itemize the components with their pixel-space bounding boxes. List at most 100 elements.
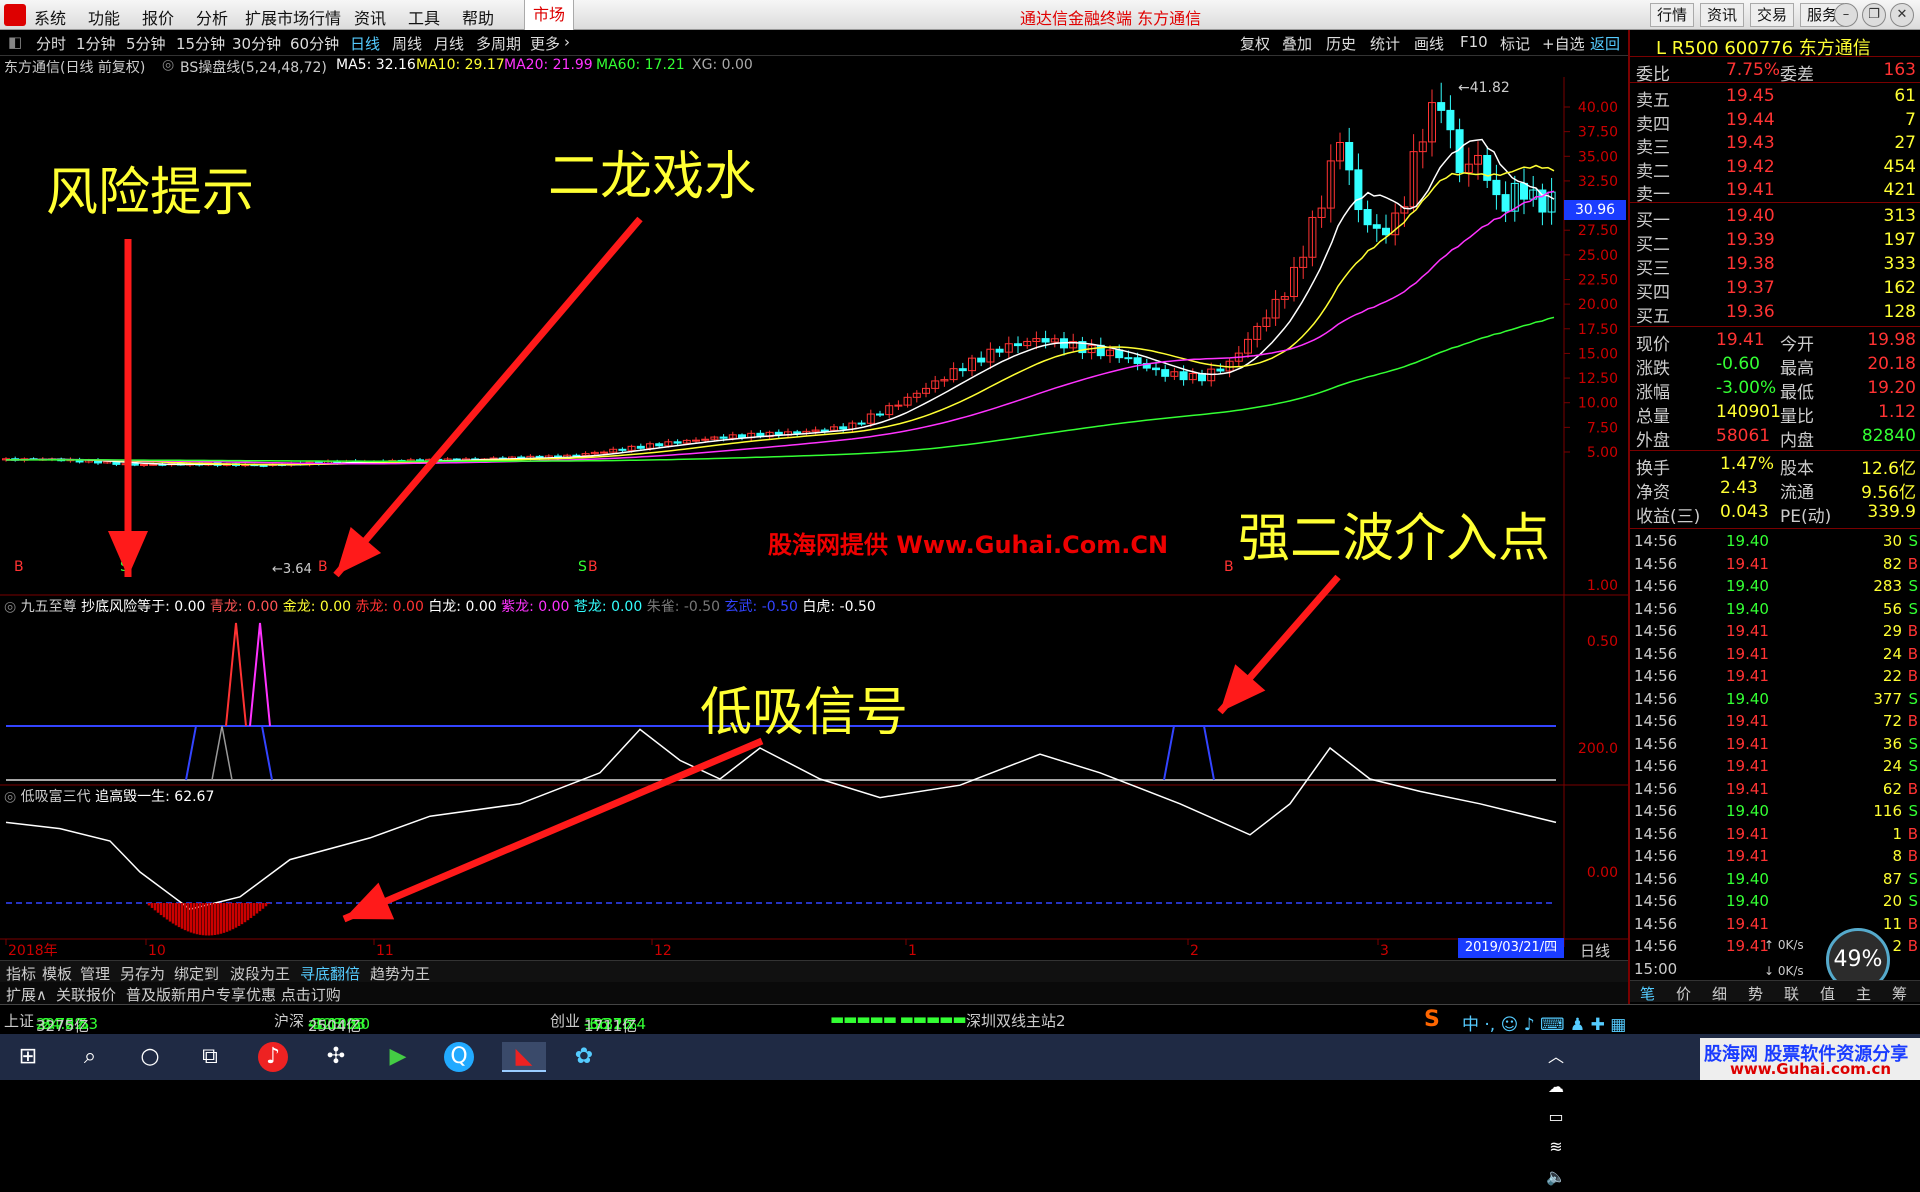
app-title: 通达信金融终端 东方通信 xyxy=(1020,9,1202,28)
pinwheel-app-icon[interactable]: ✣ xyxy=(320,1042,352,1072)
menu-help[interactable]: 帮助 xyxy=(462,5,494,29)
period-daily[interactable]: 日线 xyxy=(350,33,380,54)
bid-row[interactable]: 买五 19.36 128 xyxy=(1630,300,1920,327)
period-monthly[interactable]: 月线 xyxy=(434,33,464,54)
ask-row[interactable]: 卖三 19.43 27 xyxy=(1630,131,1920,158)
entry-trapezoid xyxy=(1163,725,1215,781)
menu-function[interactable]: 功能 xyxy=(88,5,120,29)
extend-toggle[interactable]: 扩展∧ xyxy=(6,984,47,1005)
bid-row[interactable]: 买一 19.40 313 xyxy=(1630,204,1920,231)
menu-news[interactable]: 资讯 xyxy=(354,5,386,29)
media-player-icon[interactable]: ▶ xyxy=(382,1042,414,1072)
tab-trend-king[interactable]: 趋势为王 xyxy=(370,963,430,984)
panel2-toggle-icon[interactable]: ◎ xyxy=(4,599,16,615)
panel3-title: 低吸富三代 xyxy=(20,789,91,805)
tab-template[interactable]: 模板 xyxy=(42,963,72,984)
indicator-toggle-icon[interactable]: ◎ xyxy=(162,57,174,73)
quote-tab[interactable]: 笔 xyxy=(1640,983,1655,1004)
stat2-row[interactable]: 收益(三) 0.043 PE(动) 339.9 xyxy=(1630,500,1920,527)
tab-indicator[interactable]: 指标 xyxy=(6,963,36,984)
ime-logo-icon[interactable]: S xyxy=(1424,1007,1440,1032)
quote-tab[interactable]: 势 xyxy=(1748,983,1763,1004)
tab-bind-to[interactable]: 绑定到 xyxy=(174,963,219,984)
tool-overlay[interactable]: 叠加 xyxy=(1282,33,1312,54)
panel3-toggle-icon[interactable]: ◎ xyxy=(4,789,16,805)
tool-statistics[interactable]: 统计 xyxy=(1370,33,1400,54)
tool-history[interactable]: 历史 xyxy=(1326,33,1356,54)
quote-tab[interactable]: 值 xyxy=(1820,983,1835,1004)
related-quote-link[interactable]: 关联报价 xyxy=(56,984,116,1005)
bid-row[interactable]: 买二 19.39 197 xyxy=(1630,228,1920,255)
bid-row[interactable]: 买四 19.37 162 xyxy=(1630,276,1920,303)
ask-row[interactable]: 卖二 19.42 454 xyxy=(1630,155,1920,182)
stat2-row[interactable]: 换手 1.47% 股本 12.6亿 xyxy=(1630,452,1920,479)
market-tab[interactable]: 市场 xyxy=(524,0,574,30)
close-icon[interactable]: ✕ xyxy=(1890,3,1914,27)
news-button[interactable]: 资讯 xyxy=(1700,3,1745,27)
windows-start-icon[interactable]: ⊞ xyxy=(12,1042,44,1072)
chilong-spike xyxy=(225,622,247,727)
search-icon[interactable]: ⌕ xyxy=(74,1042,106,1072)
quote-button[interactable]: 行情 xyxy=(1650,3,1695,27)
tab-bottom-double[interactable]: 寻底翻倍 xyxy=(300,963,360,984)
tool-add-watchlist[interactable]: +自选 xyxy=(1542,33,1585,54)
menu-extended-market[interactable]: 扩展市场行情 xyxy=(245,5,341,29)
stat-row[interactable]: 总量 140901 量比 1.12 xyxy=(1630,400,1920,427)
minimize-icon[interactable]: – xyxy=(1834,3,1858,27)
quote-tab[interactable]: 价 xyxy=(1676,983,1691,1004)
period-5min[interactable]: 5分钟 xyxy=(126,33,166,54)
period-multi[interactable]: 多周期 xyxy=(476,33,521,54)
app-logo-icon xyxy=(4,4,26,26)
period-weekly[interactable]: 周线 xyxy=(392,33,422,54)
quote-tab[interactable]: 细 xyxy=(1712,983,1727,1004)
ask-row[interactable]: 卖四 19.44 7 xyxy=(1630,108,1920,135)
quote-tab[interactable]: 主 xyxy=(1856,983,1871,1004)
tdx-app-icon[interactable]: ◣ xyxy=(502,1042,546,1072)
trade-button[interactable]: 交易 xyxy=(1750,3,1795,27)
restore-icon[interactable]: ❐ xyxy=(1862,3,1886,27)
quote-tab[interactable]: 筹 xyxy=(1892,983,1907,1004)
tool-back[interactable]: 返回 xyxy=(1590,33,1620,54)
stat-row[interactable]: 现价 19.41 今开 19.98 xyxy=(1630,328,1920,355)
period-1min[interactable]: 1分钟 xyxy=(76,33,116,54)
candle-body xyxy=(1520,182,1528,200)
period-15min[interactable]: 15分钟 xyxy=(176,33,225,54)
period-60min[interactable]: 60分钟 xyxy=(290,33,339,54)
bid-row[interactable]: 买三 19.38 333 xyxy=(1630,252,1920,279)
stat-row[interactable]: 外盘 58061 内盘 82840 xyxy=(1630,424,1920,451)
chevron-right-icon: › xyxy=(564,33,570,51)
cloud-app-icon[interactable]: ✿ xyxy=(568,1042,600,1072)
tool-restore-rights[interactable]: 复权 xyxy=(1240,33,1270,54)
market-breadth-icon: ▬▬▬▬▬ ▬▬▬▬▬ xyxy=(830,1010,966,1028)
cortana-icon[interactable]: ○ xyxy=(134,1042,166,1072)
netease-music-icon[interactable]: ♪ xyxy=(258,1042,288,1072)
period-30min[interactable]: 30分钟 xyxy=(232,33,281,54)
stat-row[interactable]: 涨跌 -0.60 最高 20.18 xyxy=(1630,352,1920,379)
stat-row[interactable]: 涨幅 -3.00% 最低 19.20 xyxy=(1630,376,1920,403)
browser-icon[interactable]: Q xyxy=(444,1042,474,1072)
menu-system[interactable]: 系统 xyxy=(34,5,66,29)
tab-save-as[interactable]: 另存为 xyxy=(120,963,165,984)
menu-tools[interactable]: 工具 xyxy=(408,5,440,29)
promo-link[interactable]: 普及版新用户专享优惠 点击订购 xyxy=(126,984,341,1005)
stat2-row[interactable]: 净资 2.43 流通 9.56亿 xyxy=(1630,476,1920,503)
tool-mark[interactable]: 标记 xyxy=(1500,33,1530,54)
tab-manage[interactable]: 管理 xyxy=(80,963,110,984)
ask-row[interactable]: 卖五 19.45 61 xyxy=(1630,84,1920,111)
ask-row[interactable]: 卖一 19.41 421 xyxy=(1630,178,1920,205)
server-name[interactable]: 深圳双线主站2 xyxy=(966,1010,1066,1031)
period-more[interactable]: 更多 xyxy=(530,33,560,54)
tool-draw-line[interactable]: 画线 xyxy=(1414,33,1444,54)
candle-body xyxy=(1014,343,1022,347)
ime-toolbar-icons[interactable]: 中 ·, ☺ ♪ ⌨ ♟ ✚ ▦ xyxy=(1462,1010,1626,1035)
panel-toggle-icon[interactable]: ◧ xyxy=(8,33,22,51)
menu-quote[interactable]: 报价 xyxy=(142,5,174,29)
period-timeshare[interactable]: 分时 xyxy=(36,33,66,54)
cursor-date-box: 2019/03/21/四 xyxy=(1458,938,1564,958)
tray-icons[interactable]: ︿ ☁ ▭ ≋ 🔈 xyxy=(1540,1042,1572,1186)
task-view-icon[interactable]: ⧉ xyxy=(194,1042,226,1072)
tab-band-king[interactable]: 波段为王 xyxy=(230,963,290,984)
menu-analysis[interactable]: 分析 xyxy=(196,5,228,29)
tool-f10[interactable]: F10 xyxy=(1460,33,1488,51)
quote-tab[interactable]: 联 xyxy=(1784,983,1799,1004)
